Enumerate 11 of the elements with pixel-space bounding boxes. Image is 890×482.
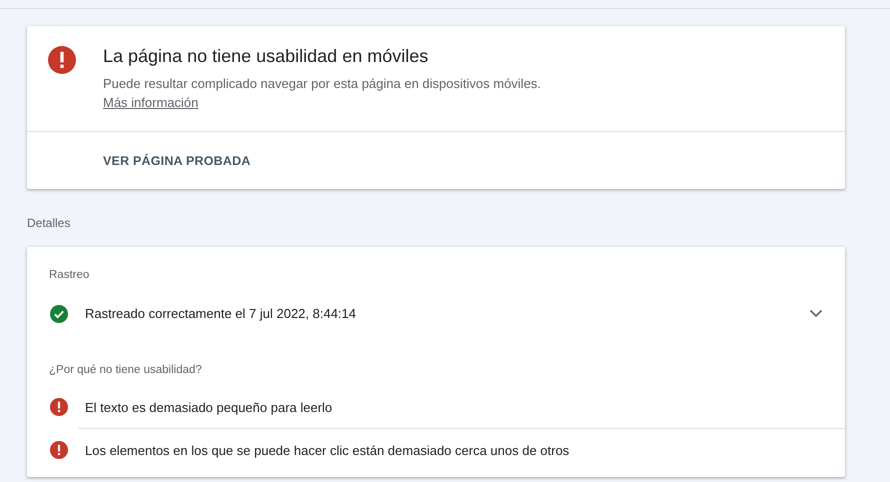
section-heading: Detalles (27, 216, 72, 230)
section-label: ¿Por qué no tiene usabilidad? (48, 363, 203, 376)
view-tested-page-button[interactable]: VER PÁGINA PROBADA (103, 148, 251, 174)
status-text: El texto es demasiado pequeño para leerlo (85, 400, 334, 414)
status-text: Los elementos en los que se puede hacer clic están demasiado cerca unos de otros (85, 442, 570, 458)
section-label: Rastreo (48, 268, 90, 281)
page-title: La página no tiene usabilidad en móviles (103, 45, 430, 67)
more-info-link[interactable]: Más información (103, 95, 198, 110)
description: Puede resultar complicado navegar por esta página en dispositivos móviles. (103, 75, 541, 93)
status-text: Rastreado correctamente el 7 jul 2022, 8:44:14 (85, 306, 358, 321)
chevron-icon[interactable] (809, 309, 823, 318)
